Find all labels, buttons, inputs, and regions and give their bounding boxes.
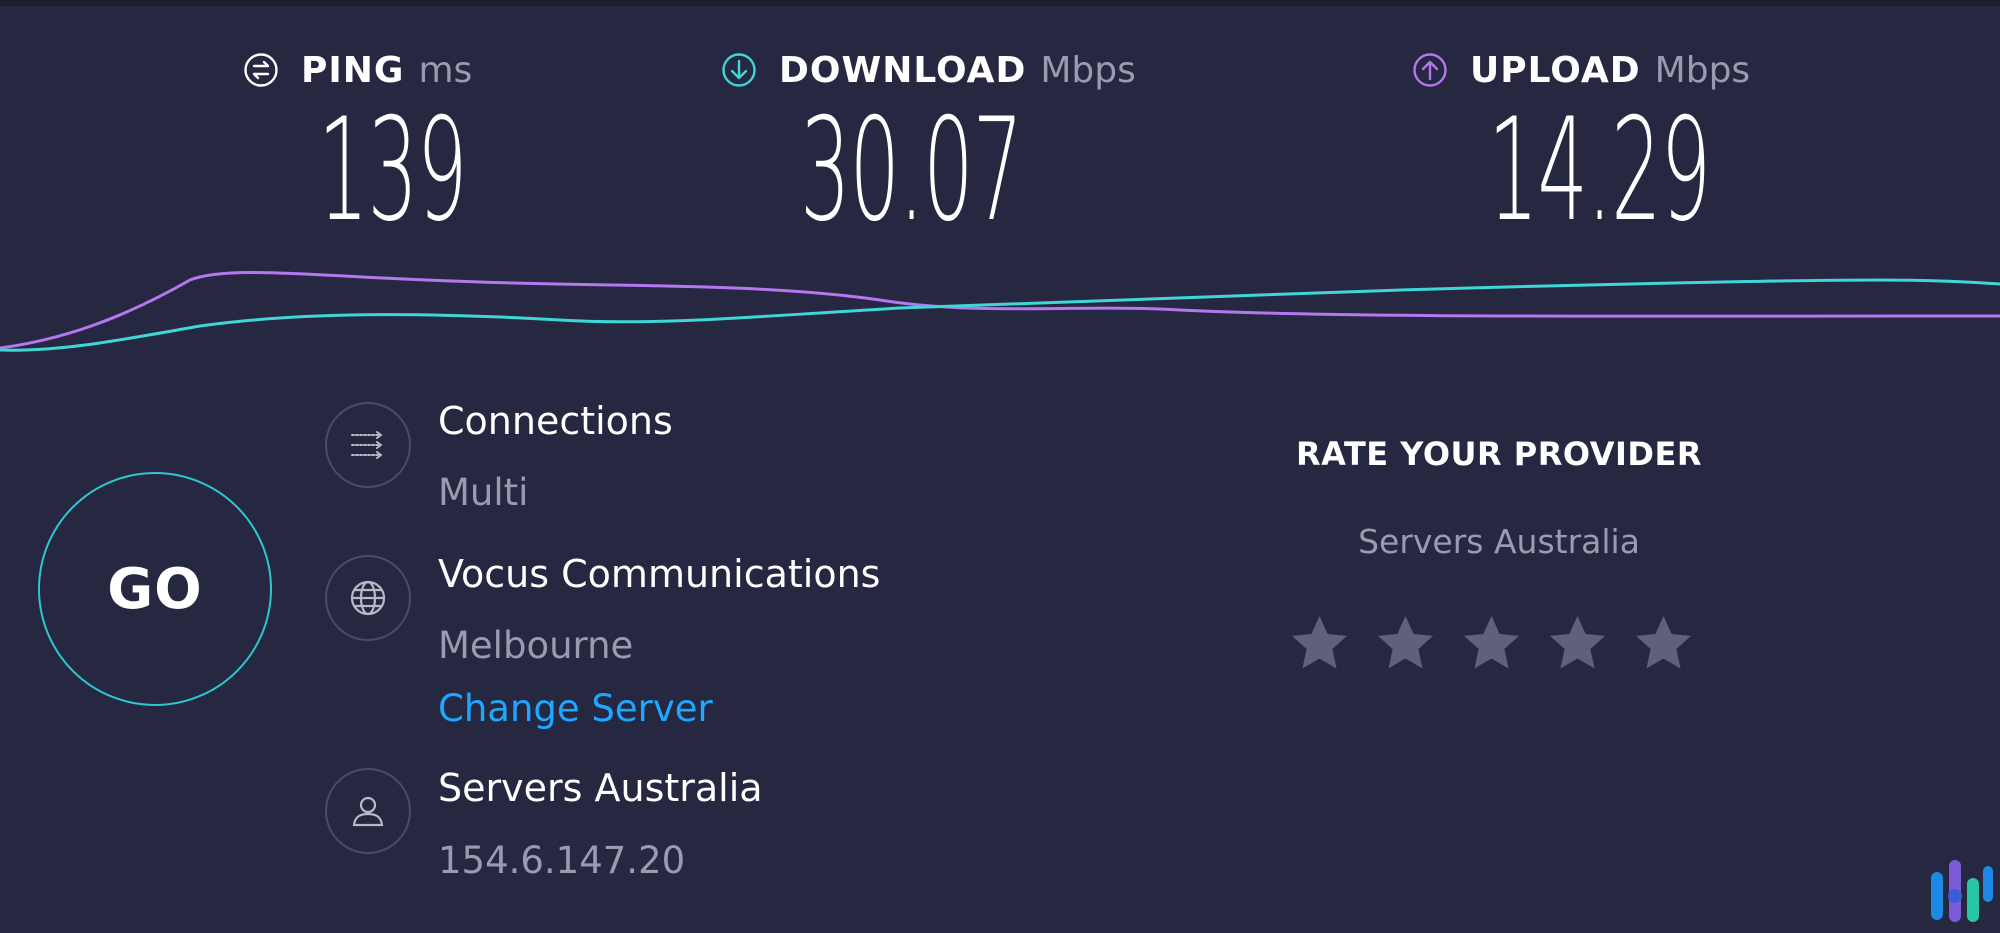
rating-stars bbox=[1288, 612, 1695, 675]
download-arrow-icon bbox=[722, 53, 756, 87]
go-label: GO bbox=[107, 556, 203, 622]
brand-logo-icon bbox=[1931, 860, 1993, 922]
upload-unit: Mbps bbox=[1654, 49, 1751, 91]
upload-value: 14.29 bbox=[1488, 88, 1711, 253]
download-unit: Mbps bbox=[1040, 49, 1136, 91]
change-server-link[interactable]: Change Server bbox=[438, 687, 713, 730]
star-icon[interactable] bbox=[1632, 612, 1695, 675]
user-icon bbox=[352, 796, 384, 827]
go-button[interactable]: GO bbox=[38, 472, 272, 706]
ping-value: 139 bbox=[318, 88, 468, 253]
speedtest-app: PING ms 139 DOWNLOAD Mbps 30.07 UPLOAD M… bbox=[0, 0, 2000, 933]
download-value: 30.07 bbox=[800, 88, 1023, 253]
connections-title: Connections bbox=[438, 399, 673, 443]
globe-icon bbox=[350, 580, 386, 616]
connections-value[interactable]: Multi bbox=[438, 471, 528, 514]
speed-graph bbox=[0, 271, 2000, 352]
connections-arrows-icon bbox=[351, 431, 382, 459]
server-icon-circle bbox=[325, 555, 411, 641]
star-icon[interactable] bbox=[1546, 612, 1609, 675]
upload-speed-line bbox=[0, 271, 2000, 350]
ping-label: PING bbox=[301, 49, 405, 91]
star-icon[interactable] bbox=[1460, 612, 1523, 675]
star-icon[interactable] bbox=[1288, 612, 1351, 675]
window-top-edge bbox=[0, 0, 2000, 6]
ping-icon bbox=[244, 53, 278, 87]
star-icon[interactable] bbox=[1374, 612, 1437, 675]
host-name: Servers Australia bbox=[438, 766, 763, 810]
connections-icon-circle bbox=[325, 402, 411, 488]
server-location: Melbourne bbox=[438, 624, 634, 667]
rate-provider-title: RATE YOUR PROVIDER bbox=[1296, 435, 1702, 473]
host-icon-circle bbox=[325, 768, 411, 854]
upload-label: UPLOAD bbox=[1470, 49, 1641, 91]
server-name: Vocus Communications bbox=[438, 552, 881, 596]
rate-provider-name: Servers Australia bbox=[1358, 522, 1640, 561]
ping-unit: ms bbox=[418, 49, 473, 91]
download-label: DOWNLOAD bbox=[779, 49, 1027, 91]
upload-arrow-icon bbox=[1413, 53, 1447, 87]
host-ip: 154.6.147.20 bbox=[438, 839, 686, 882]
